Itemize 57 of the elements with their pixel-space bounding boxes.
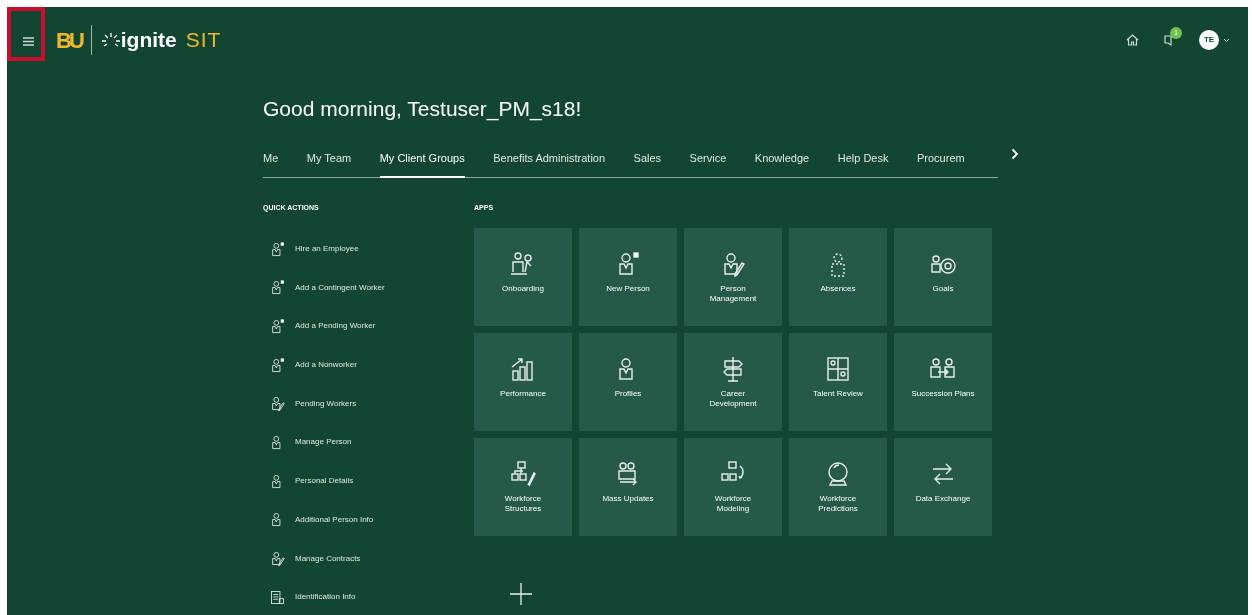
app-tile[interactable]: Succession Plans	[894, 332, 992, 431]
tab[interactable]: Sales	[633, 150, 662, 178]
tab[interactable]: Benefits Administration	[493, 150, 606, 178]
quick-action-link[interactable]: Manage Contracts	[263, 539, 474, 578]
add-icon[interactable]	[510, 582, 532, 605]
quick-action-link[interactable]: Add a Nonworker	[263, 345, 474, 385]
tab[interactable]: Procurem	[917, 150, 965, 178]
app-tile[interactable]: Performance	[474, 332, 572, 431]
tab[interactable]: My Team	[306, 150, 352, 178]
caret-icon[interactable]	[1223, 37, 1230, 43]
app-tile[interactable]: Workforce Modeling	[684, 437, 782, 536]
person-edit-icon	[269, 395, 286, 413]
app-tile[interactable]: Workforce Structures	[474, 437, 572, 536]
quick-action-link[interactable]: Add a Contingent Worker	[263, 268, 474, 308]
app-tile[interactable]: Talent Review	[789, 332, 887, 431]
person-add-icon	[269, 356, 286, 374]
person-add-icon	[269, 317, 286, 335]
tab[interactable]: My Client Groups	[379, 150, 465, 178]
grid-icon	[824, 354, 852, 383]
person-add-icon	[269, 240, 286, 258]
logo[interactable]: BU	[56, 23, 82, 57]
tab[interactable]: Me	[263, 150, 279, 178]
app-tile[interactable]: Career Development	[684, 332, 782, 431]
quick-action-link[interactable]: Personal Details	[263, 461, 474, 501]
quick-action-link[interactable]: Identification Info	[263, 577, 474, 615]
tab[interactable]: Service	[689, 150, 727, 178]
app-tile[interactable]: New Person	[579, 227, 677, 326]
app-tile[interactable]: Onboarding	[474, 227, 572, 326]
quick-action-link[interactable]: Hire an Employee	[263, 229, 474, 269]
highlight-box	[7, 7, 45, 61]
quick-action-link[interactable]: Add a Pending Worker	[263, 307, 474, 346]
sunburst-icon	[100, 32, 121, 48]
quick-action-link[interactable]: Additional Person Info	[263, 500, 474, 540]
app-tile[interactable]: Person Management	[684, 227, 782, 326]
quick-action-link[interactable]: Manage Person	[263, 423, 474, 462]
tab[interactable]: Knowledge	[754, 150, 810, 178]
tab[interactable]: Help Desk	[837, 150, 889, 178]
menu-icon	[23, 37, 34, 47]
notification-icon[interactable]	[1163, 33, 1175, 47]
app-tile[interactable]: Workforce Predictions	[789, 437, 887, 536]
home-icon[interactable]	[1126, 34, 1139, 46]
hierarchy-icon	[509, 459, 537, 488]
app-tile[interactable]: Data Exchange	[894, 437, 992, 536]
environment-label: SIT	[185, 27, 222, 54]
app-tile[interactable]: Mass Updates	[579, 437, 677, 536]
greeting: Good morning, Testuser_PM_s18!	[263, 96, 583, 122]
app-tile[interactable]: Absences	[789, 227, 887, 326]
person-edit-icon	[269, 550, 286, 568]
person-add-icon	[269, 279, 286, 297]
document-icon	[269, 588, 286, 606]
app-tile[interactable]: Profiles	[579, 332, 677, 431]
user-avatar[interactable]: TE	[1199, 30, 1219, 50]
quick-action-link[interactable]: Pending Workers	[263, 384, 474, 424]
notification-count: 1	[1170, 26, 1182, 39]
chevron-right-icon[interactable]	[1011, 148, 1019, 161]
app-tile[interactable]: Goals	[894, 227, 992, 326]
brand-name: ignite	[120, 27, 177, 54]
